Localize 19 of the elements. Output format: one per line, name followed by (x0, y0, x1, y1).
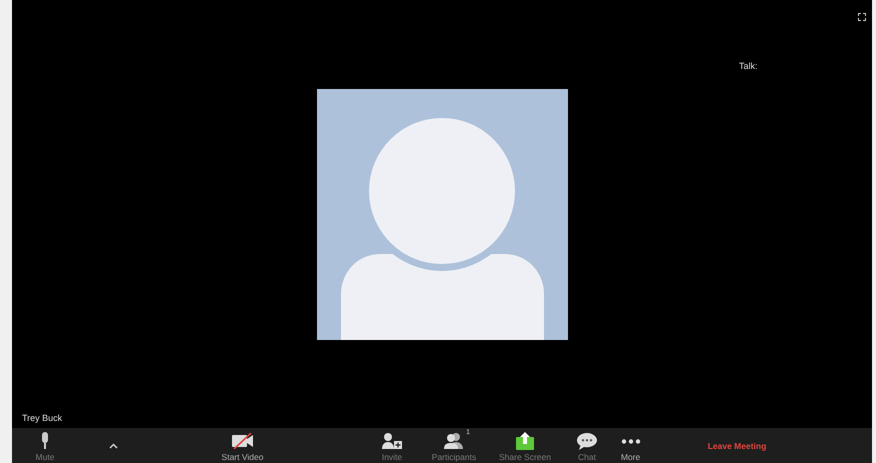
invite-button[interactable]: Invite (382, 428, 402, 463)
caret-icon (108, 442, 118, 448)
participant-name: Trey Buck (22, 413, 62, 423)
chat-bubble-icon (577, 432, 597, 450)
avatar-placeholder-icon (316, 88, 568, 340)
share-button[interactable]: Share Screen (499, 428, 551, 463)
share-screen-icon (516, 432, 534, 450)
video-off-button[interactable]: Start Video (222, 428, 264, 463)
chat-button[interactable]: Chat (577, 428, 597, 463)
more-icon (620, 438, 640, 444)
people-icon (444, 433, 464, 449)
speaker-label: Talk: (739, 61, 758, 71)
microphone-icon (40, 432, 50, 450)
more-button[interactable]: More (620, 428, 640, 463)
camera-off-icon (232, 433, 254, 449)
fullscreen-icon[interactable] (858, 13, 866, 21)
leave-meeting-button[interactable]: Leave Meeting (708, 440, 766, 450)
mic-button[interactable]: Mute (36, 428, 54, 463)
add-person-icon (382, 433, 402, 449)
